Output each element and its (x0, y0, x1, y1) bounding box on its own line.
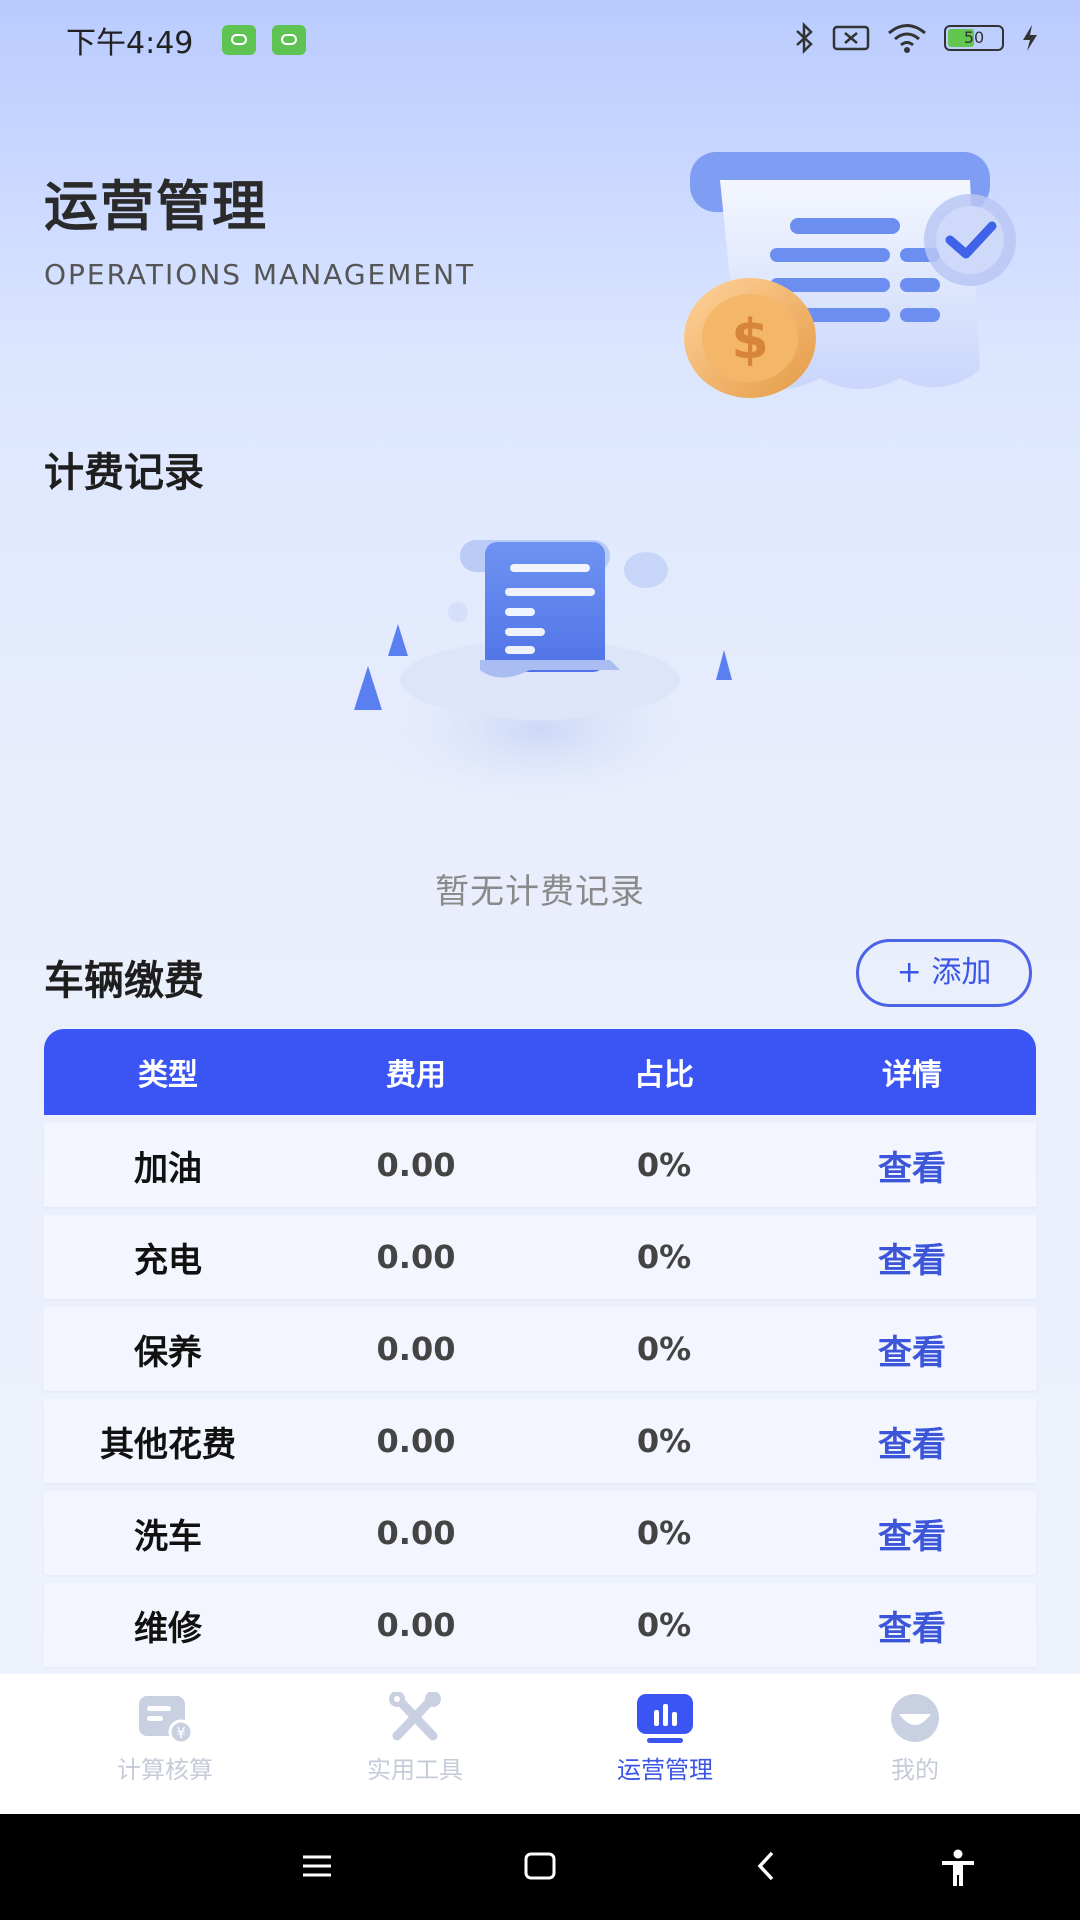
svg-text:¥: ¥ (176, 1724, 186, 1742)
row-type: 洗车 (134, 1516, 202, 1557)
row-type: 充电 (134, 1240, 202, 1281)
table-row: 维修 0.00 0% 查看 (44, 1583, 1036, 1667)
row-ratio: 0% (636, 1514, 692, 1552)
table-row: 洗车 0.00 0% 查看 (44, 1491, 1036, 1575)
view-detail-link[interactable]: 查看 (788, 1491, 1036, 1575)
column-header-ratio: 占比 (634, 1058, 694, 1093)
receipt-coin-check-illustration: $ (684, 152, 1016, 398)
row-ratio: 0% (636, 1422, 692, 1460)
empty-receipt-illustration (354, 540, 732, 810)
view-detail-link[interactable]: 查看 (788, 1583, 1036, 1667)
sim-off-icon (832, 25, 870, 51)
menu-icon[interactable] (300, 1848, 334, 1884)
view-detail-link[interactable]: 查看 (788, 1215, 1036, 1299)
bar-chart-icon (637, 1694, 693, 1743)
page-subtitle: OPERATIONS MANAGEMENT (44, 258, 476, 291)
table-row: 充电 0.00 0% 查看 (44, 1215, 1036, 1299)
page-title: 运营管理 (44, 175, 268, 238)
nav-label: 实用工具 (367, 1756, 463, 1784)
column-header-type: 类型 (138, 1058, 198, 1093)
vehicle-fees-title: 车辆缴费 (44, 958, 204, 1004)
back-icon[interactable] (752, 1848, 782, 1884)
tools-icon (389, 1692, 441, 1741)
row-fee: 0.00 (376, 1146, 456, 1184)
app-badge-icon (272, 25, 306, 55)
nav-item-calculate[interactable]: ¥ 计算核算 (40, 1674, 290, 1814)
row-fee: 0.00 (376, 1606, 456, 1644)
nav-label: 计算核算 (117, 1756, 213, 1784)
row-fee: 0.00 (376, 1514, 456, 1552)
column-header-fee: 费用 (386, 1058, 446, 1093)
row-type: 维修 (134, 1608, 202, 1649)
system-nav-bar (0, 1814, 1080, 1920)
status-bar: 下午4:49 50 (0, 0, 1080, 80)
view-detail-link[interactable]: 查看 (788, 1307, 1036, 1391)
nav-item-profile[interactable]: 我的 (790, 1674, 1040, 1814)
battery-level: 50 (963, 28, 985, 47)
billing-records-title: 计费记录 (44, 450, 204, 496)
row-type: 其他花费 (100, 1424, 236, 1465)
accessibility-icon[interactable] (938, 1848, 978, 1888)
row-ratio: 0% (636, 1238, 692, 1276)
status-icons: 50 (794, 22, 1040, 54)
table-row: 加油 0.00 0% 查看 (44, 1123, 1036, 1207)
svg-text:$: $ (731, 308, 769, 371)
calculator-receipt-icon: ¥ (139, 1696, 194, 1744)
profile-icon (891, 1694, 939, 1742)
row-type: 加油 (134, 1148, 202, 1189)
status-time: 下午4:49 (66, 26, 194, 61)
column-header-detail: 详情 (882, 1058, 942, 1093)
row-ratio: 0% (636, 1606, 692, 1644)
wifi-icon (888, 24, 926, 53)
nav-label: 运营管理 (617, 1756, 713, 1784)
table-row: 保养 0.00 0% 查看 (44, 1307, 1036, 1391)
row-fee: 0.00 (376, 1422, 456, 1460)
add-button[interactable]: + 添加 (856, 939, 1032, 1007)
table-row: 其他花费 0.00 0% 查看 (44, 1399, 1036, 1483)
row-type: 保养 (134, 1332, 202, 1373)
empty-state-text: 暂无计费记录 (435, 872, 645, 912)
row-ratio: 0% (636, 1330, 692, 1368)
app-badge-icon (222, 25, 256, 55)
battery-icon: 50 (944, 25, 1004, 51)
home-icon[interactable] (522, 1848, 558, 1884)
view-detail-link[interactable]: 查看 (788, 1123, 1036, 1207)
bluetooth-icon (796, 22, 813, 54)
nav-label: 我的 (891, 1756, 939, 1784)
view-detail-link[interactable]: 查看 (788, 1399, 1036, 1483)
charging-icon (1023, 25, 1037, 51)
table-header: 类型 费用 占比 详情 (44, 1029, 1036, 1115)
nav-item-operations[interactable]: 运营管理 (540, 1674, 790, 1814)
nav-item-tools[interactable]: 实用工具 (290, 1674, 540, 1814)
row-fee: 0.00 (376, 1330, 456, 1368)
bottom-nav: ¥ 计算核算 实用工具 运营管理 我的 (0, 1674, 1080, 1814)
row-ratio: 0% (636, 1146, 692, 1184)
row-fee: 0.00 (376, 1238, 456, 1276)
vehicle-fees-table: 类型 费用 占比 详情 加油 0.00 0% 查看 充电 0.00 0% 查看 … (44, 1029, 1036, 1667)
